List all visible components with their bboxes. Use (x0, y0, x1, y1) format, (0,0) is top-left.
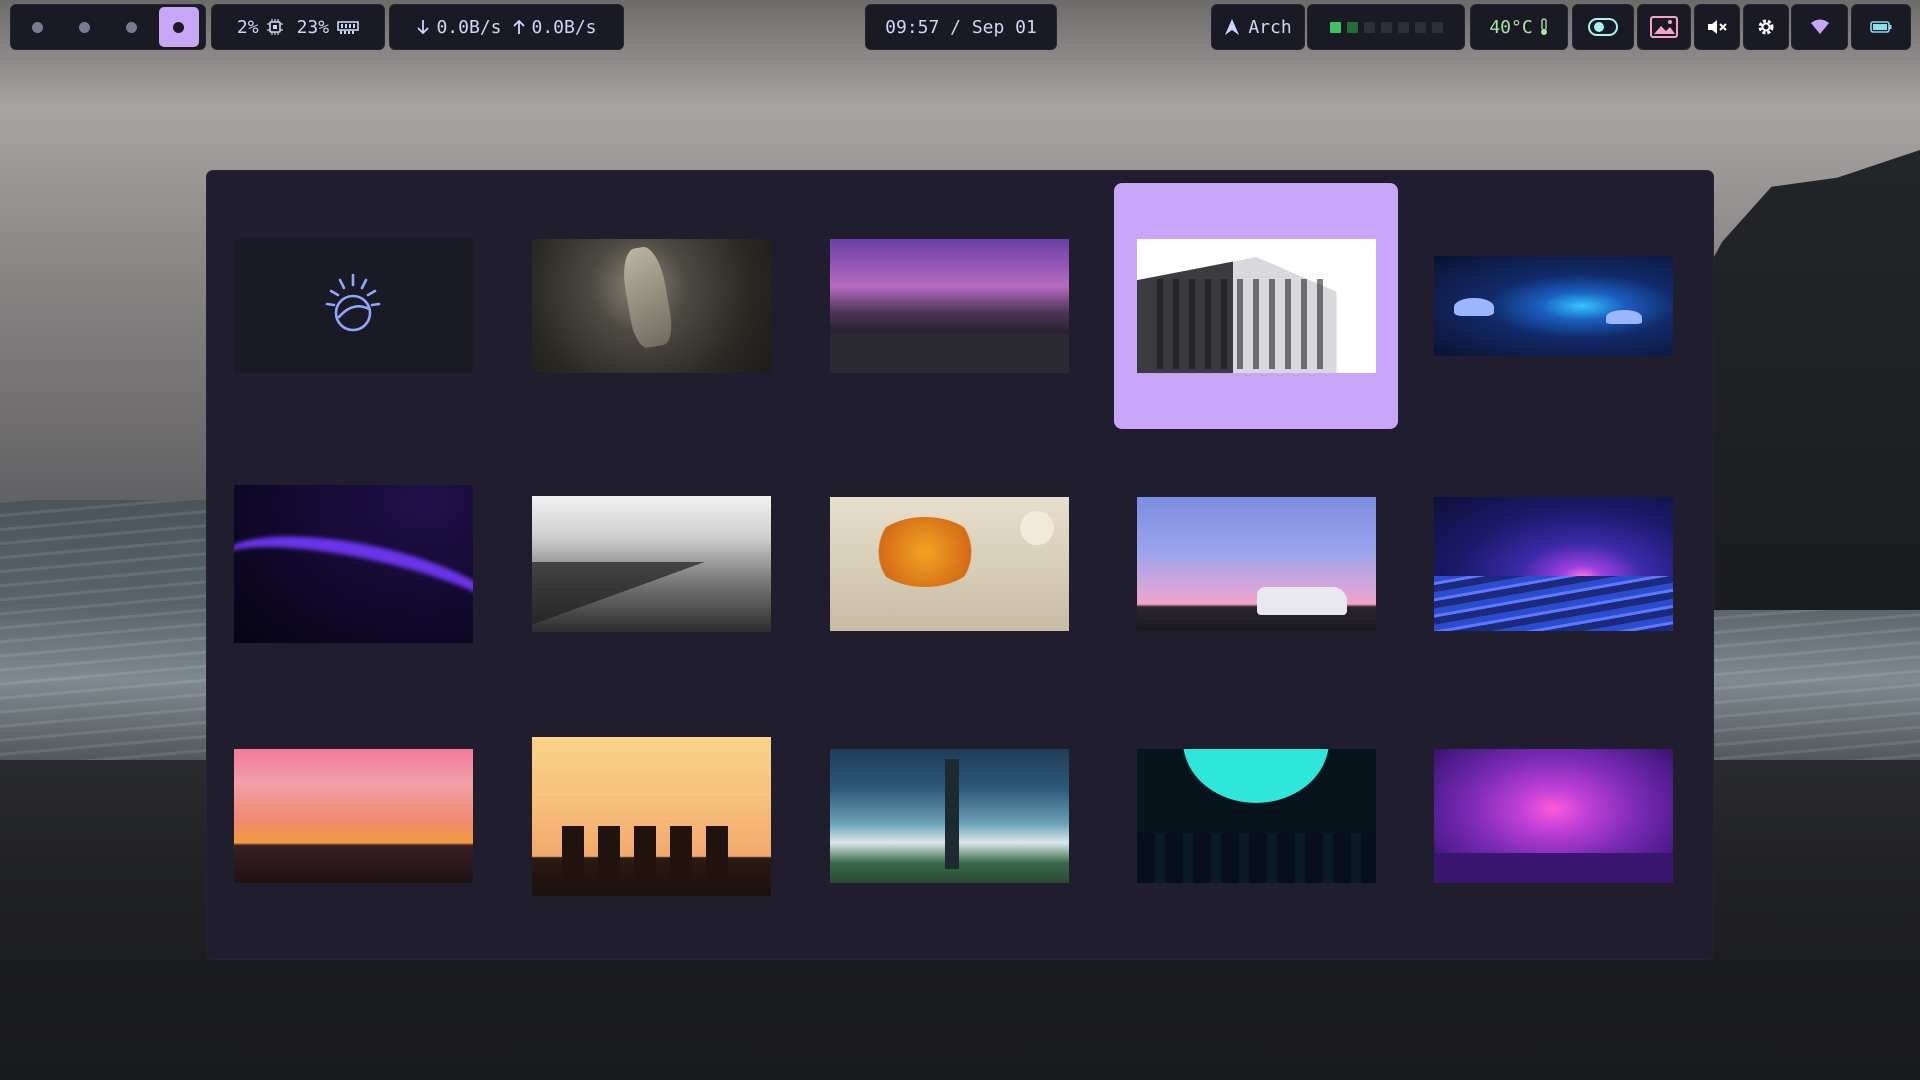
clock[interactable]: 09:57 / Sep 01 (865, 4, 1057, 50)
wallpaper-item[interactable] (509, 693, 793, 939)
wallpaper-thumbnail-city-golden (531, 736, 771, 896)
wallpaper-thumbnail-logo (233, 239, 473, 373)
wallpaper-thumbnail-cloud-tower (829, 749, 1069, 883)
wallpaper-item[interactable] (509, 183, 793, 429)
wallpaper-item[interactable] (211, 441, 495, 687)
wallpaper-item[interactable] (807, 441, 1091, 687)
workspace-indicator-4 (1380, 21, 1392, 33)
wallpaper-thumbnail-statue (531, 239, 771, 373)
workspace-indicator-1 (1329, 21, 1341, 33)
wallpaper-item-selected[interactable] (1114, 183, 1398, 429)
system-usage[interactable]: 2% 23% (211, 4, 385, 50)
wallpaper-item[interactable] (1411, 183, 1695, 429)
toggle-button[interactable] (1572, 4, 1634, 50)
workspace-indicator-6 (1414, 21, 1426, 33)
wallpaper-thumbnail-cyan-moon (1136, 749, 1376, 883)
arrow-up-icon (512, 19, 526, 35)
wallpaper-item[interactable] (1411, 693, 1695, 939)
wallpaper-thumbnail-ocean-night (1433, 497, 1673, 631)
download-speed: 0.0B/s (436, 16, 502, 38)
image-icon (1650, 16, 1678, 38)
temperature[interactable]: 40°C (1470, 4, 1568, 50)
arch-logo-icon (1224, 18, 1240, 36)
volume-button[interactable] (1694, 4, 1740, 50)
workspace-indicator-3 (1363, 21, 1375, 33)
workspace-switcher (10, 4, 206, 50)
ram-usage: 23% (296, 16, 330, 38)
wallpaper-thumbnail-purple-sky (1433, 749, 1673, 883)
wallpaper-item[interactable] (1411, 441, 1695, 687)
workspace-indicator-7 (1431, 21, 1443, 33)
wallpaper-thumbnail-street (829, 239, 1069, 373)
wallpaper-item[interactable] (509, 441, 793, 687)
battery-icon (1870, 21, 1892, 33)
clock-text: 09:57 / Sep 01 (885, 16, 1037, 38)
wallpaper-thumbnail-autumn-tree (829, 497, 1069, 631)
cpu-icon (266, 19, 283, 35)
os-launcher[interactable]: Arch (1211, 4, 1305, 50)
workspace-1-button[interactable] (17, 7, 57, 47)
temperature-value: 40°C (1489, 16, 1533, 38)
wallpaper-item[interactable] (211, 693, 495, 939)
wallpaper-thumbnail-foggy-forest (531, 496, 771, 632)
network-speed[interactable]: 0.0B/s 0.0B/s (389, 4, 624, 50)
workspace-indicator (1307, 4, 1465, 50)
workspace-4-button[interactable] (158, 7, 199, 47)
arrow-down-icon (416, 19, 430, 35)
gear-icon (1756, 17, 1776, 37)
wallpaper-thumbnail-city-sunset (233, 749, 473, 883)
logo-swirl-icon (325, 273, 381, 332)
wallpaper-button[interactable] (1637, 4, 1691, 50)
wallpaper-picker (207, 171, 1713, 959)
wallpaper-item[interactable] (807, 693, 1091, 939)
wallpaper-thumbnail-purple-wave (233, 485, 473, 643)
os-label: Arch (1248, 16, 1292, 38)
wifi-icon (1810, 19, 1830, 35)
toggle-icon (1588, 18, 1618, 36)
wallpaper-thumbnail-mushroom-cave (1433, 256, 1673, 356)
wallpaper-item[interactable] (807, 183, 1091, 429)
wallpaper-item[interactable] (1114, 693, 1398, 939)
wallpaper-item[interactable] (211, 183, 495, 429)
memory-icon (337, 20, 359, 34)
wifi-button[interactable] (1791, 4, 1848, 50)
battery-button[interactable] (1851, 4, 1911, 50)
wallpaper-thumbnail-car-sunset (1136, 497, 1376, 631)
workspace-2-button[interactable] (64, 7, 104, 47)
settings-button[interactable] (1743, 4, 1789, 50)
wallpaper-thumbnail-building (1136, 239, 1376, 373)
wallpaper-item[interactable] (1114, 441, 1398, 687)
volume-mute-icon (1707, 18, 1727, 36)
workspace-indicator-2 (1346, 21, 1358, 33)
cpu-usage: 2% (236, 16, 259, 38)
upload-speed: 0.0B/s (531, 16, 597, 38)
thermometer-icon (1539, 18, 1549, 36)
workspace-3-button[interactable] (112, 7, 152, 47)
workspace-indicator-5 (1397, 21, 1409, 33)
